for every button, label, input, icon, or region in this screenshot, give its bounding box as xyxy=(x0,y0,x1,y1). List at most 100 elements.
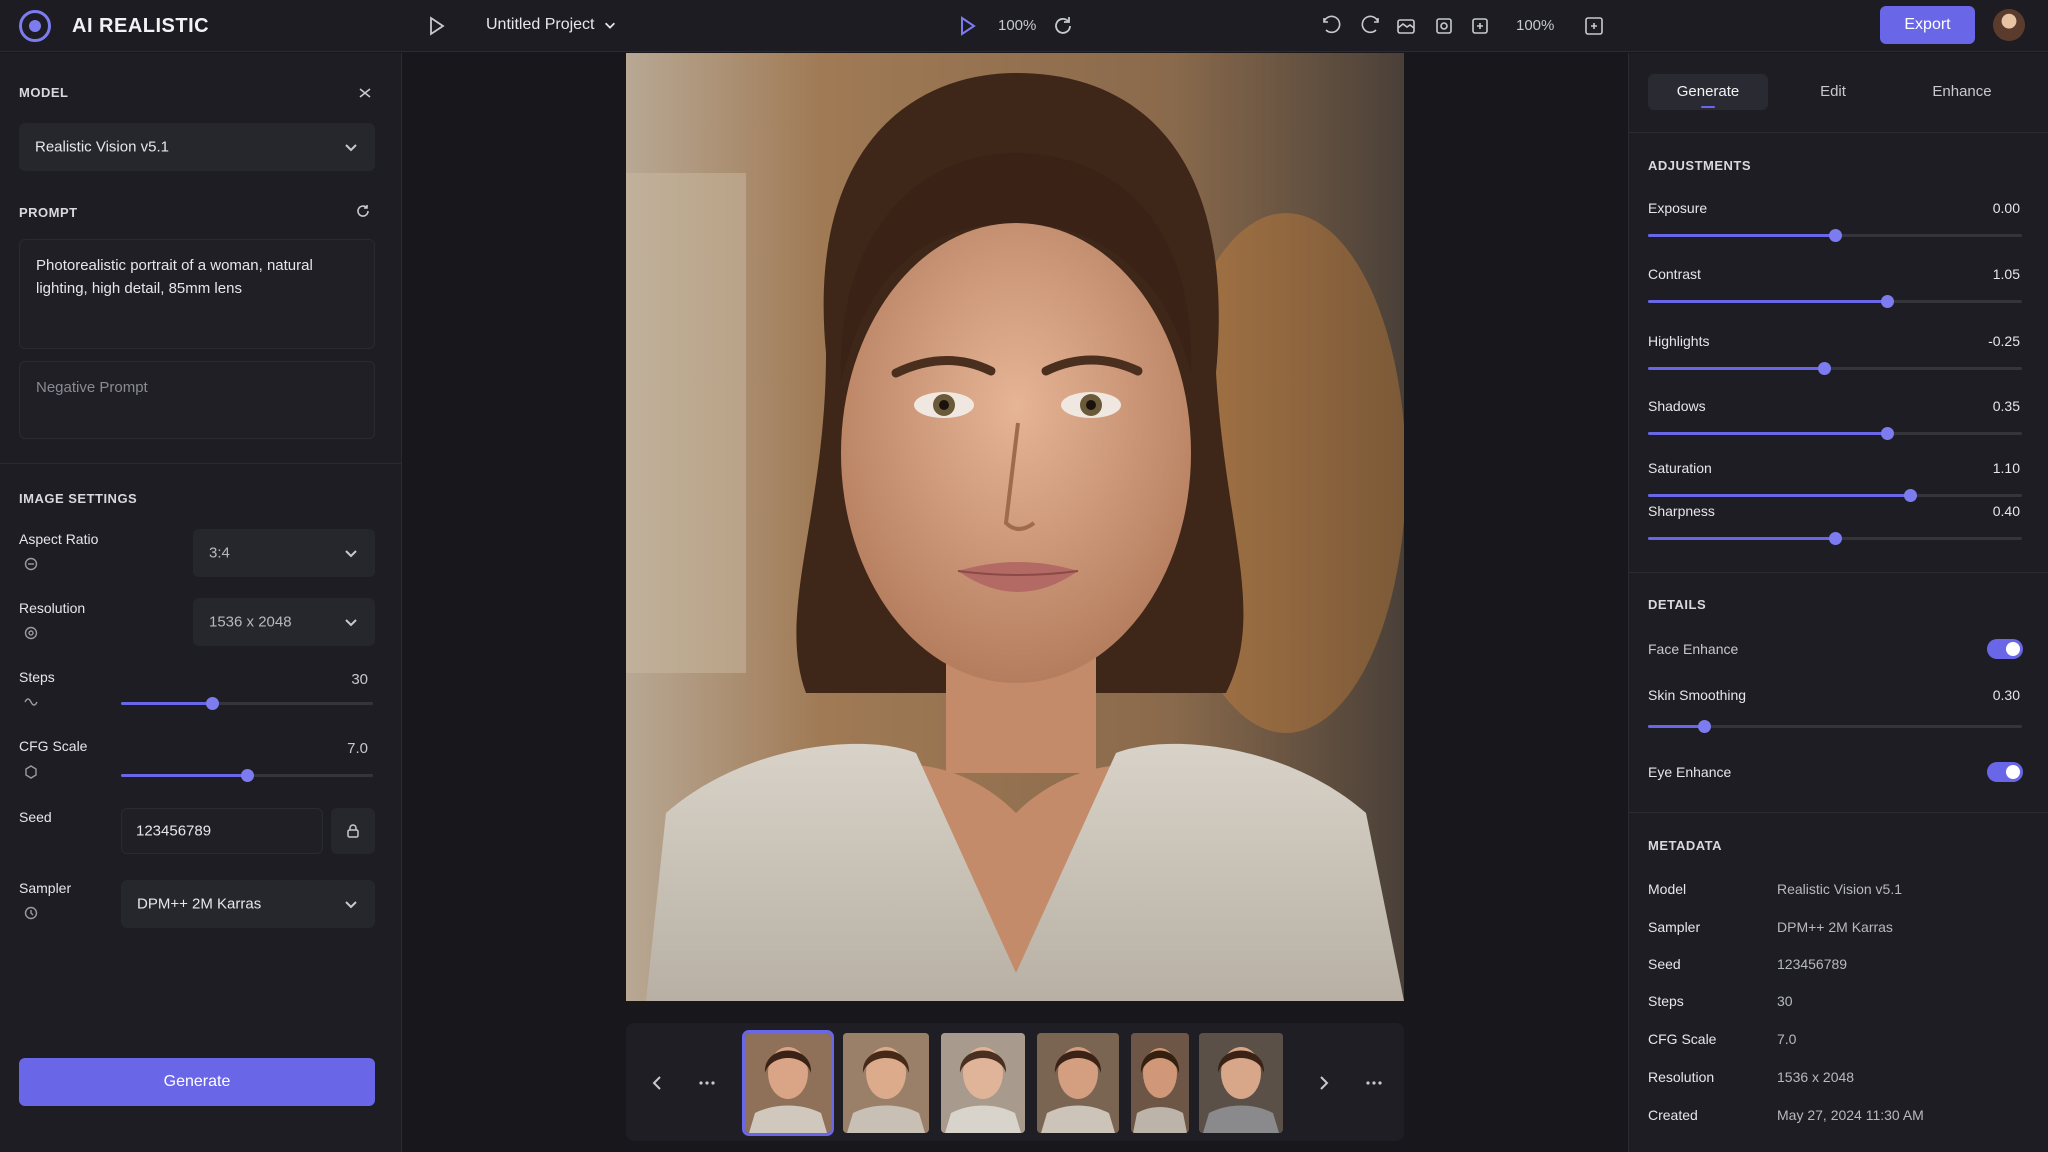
metadata-value: DPM++ 2M Karras xyxy=(1777,919,1893,935)
face-enhance-toggle[interactable] xyxy=(1987,639,2023,659)
adjustment-slider[interactable] xyxy=(1648,361,2022,375)
export-button[interactable]: Export xyxy=(1880,6,1975,44)
slider-fill xyxy=(1648,432,1888,435)
slider-thumb[interactable] xyxy=(205,697,219,710)
app-brand: AI REALISTIC xyxy=(72,15,210,37)
model-select[interactable]: Realistic Vision v5.1 xyxy=(19,123,375,171)
redo-icon[interactable] xyxy=(1358,14,1382,38)
details-title: DETAILS xyxy=(1648,597,1707,612)
sampler-select[interactable]: DPM++ 2M Karras xyxy=(121,880,375,928)
tab-enhance[interactable]: Enhance xyxy=(1898,74,2026,110)
chevron-left-icon[interactable] xyxy=(645,1071,669,1095)
run-icon[interactable] xyxy=(955,14,979,38)
seed-input[interactable]: 123456789 xyxy=(121,808,323,854)
right-zoom[interactable]: 100% xyxy=(1516,17,1554,34)
avatar[interactable] xyxy=(1993,9,2025,41)
image-settings-title: IMAGE SETTINGS xyxy=(19,491,138,506)
seed-label: Seed xyxy=(19,809,52,825)
project-name: Untitled Project xyxy=(486,16,595,33)
tab-edit[interactable]: Edit xyxy=(1773,74,1893,110)
slider-thumb[interactable] xyxy=(1698,720,1712,733)
slider-fill xyxy=(1648,234,1835,237)
more-icon[interactable] xyxy=(1362,1071,1386,1095)
slider-thumb[interactable] xyxy=(241,769,254,782)
slider-thumb[interactable] xyxy=(1829,532,1842,545)
main-image[interactable] xyxy=(626,53,1404,1001)
settings-icon[interactable] xyxy=(1468,14,1492,38)
adjustment-slider[interactable] xyxy=(1648,426,2022,440)
adjustment-value: 1.10 xyxy=(1992,460,2020,476)
adjustment-slider[interactable] xyxy=(1648,531,2022,545)
tab-generate[interactable]: Generate xyxy=(1648,74,1768,110)
thumbnail-6[interactable] xyxy=(1199,1033,1283,1133)
negative-prompt-input[interactable]: Negative Prompt xyxy=(19,361,375,439)
negative-prompt-placeholder: Negative Prompt xyxy=(36,379,148,396)
steps-slider[interactable] xyxy=(121,696,373,710)
slider-thumb[interactable] xyxy=(1829,229,1842,242)
metadata-key: Created xyxy=(1648,1107,1698,1123)
lock-seed-button[interactable] xyxy=(331,808,375,854)
slider-thumb[interactable] xyxy=(1903,489,1917,502)
compare-icon[interactable] xyxy=(1394,14,1418,38)
resolution-select[interactable]: 1536 x 2048 xyxy=(193,598,375,646)
slider-thumb[interactable] xyxy=(1881,295,1895,308)
adjustments-title: ADJUSTMENTS xyxy=(1648,158,1752,173)
seed-input-value: 123456789 xyxy=(136,822,212,840)
thumbnail-5[interactable] xyxy=(1131,1033,1189,1133)
slider-fill xyxy=(1648,494,1910,497)
undo-icon[interactable] xyxy=(1320,14,1344,38)
adjustment-label: Contrast xyxy=(1648,266,1701,282)
model-select-value: Realistic Vision v5.1 xyxy=(35,138,169,156)
collapse-icon[interactable] xyxy=(357,85,373,101)
thumbnail-2[interactable] xyxy=(843,1033,929,1133)
resolution-value: 1536 x 2048 xyxy=(209,613,292,631)
play-icon[interactable] xyxy=(424,14,448,38)
divider xyxy=(1628,572,2048,573)
slider-fill xyxy=(1648,300,1888,303)
chevron-right-icon[interactable] xyxy=(1312,1071,1336,1095)
fit-screen-icon[interactable] xyxy=(1582,14,1606,38)
adjustment-label: Shadows xyxy=(1648,398,1706,414)
chevron-down-icon xyxy=(604,22,615,29)
cfg-slider[interactable] xyxy=(121,768,373,782)
adjustment-slider[interactable] xyxy=(1648,488,2022,502)
slider-thumb[interactable] xyxy=(1881,427,1895,440)
metadata-key: Resolution xyxy=(1648,1069,1715,1085)
eye-enhance-toggle[interactable] xyxy=(1987,762,2023,782)
metadata-title: METADATA xyxy=(1648,838,1723,853)
thumbnail-3[interactable] xyxy=(941,1033,1025,1133)
prompt-input[interactable]: Photorealistic portrait of a woman, natu… xyxy=(19,239,375,349)
aspect-ratio-label: Aspect Ratio xyxy=(19,531,99,547)
chevron-down-icon xyxy=(345,901,357,909)
steps-value: 30 xyxy=(351,671,368,688)
cfg-label: CFG Scale xyxy=(19,738,88,754)
chevron-down-icon xyxy=(345,619,357,627)
project-selector[interactable]: Untitled Project xyxy=(486,16,617,34)
center-zoom[interactable]: 100% xyxy=(998,17,1036,34)
thumbnail-1[interactable] xyxy=(742,1030,834,1136)
refresh-icon[interactable] xyxy=(1051,14,1071,38)
reset-prompt-icon[interactable] xyxy=(355,203,371,219)
chevron-down-icon xyxy=(345,550,357,558)
more-icon[interactable] xyxy=(695,1071,719,1095)
skin-smoothing-slider[interactable] xyxy=(1648,719,2022,733)
slider-thumb[interactable] xyxy=(1817,362,1831,375)
slider-fill xyxy=(121,774,247,777)
generate-button[interactable]: Generate xyxy=(19,1058,375,1106)
metadata-value: 123456789 xyxy=(1777,956,1848,972)
adjustment-slider[interactable] xyxy=(1648,294,2022,308)
divider xyxy=(1628,812,2048,813)
thumbnail-4[interactable] xyxy=(1037,1033,1119,1133)
metadata-key: Sampler xyxy=(1648,919,1701,935)
slider-fill xyxy=(121,702,212,705)
skin-smoothing-value: 0.30 xyxy=(1992,687,2020,703)
adjustment-value: 0.00 xyxy=(1992,200,2020,216)
metadata-value: 1536 x 2048 xyxy=(1777,1069,1855,1085)
adjustment-slider[interactable] xyxy=(1648,228,2022,242)
lock-icon xyxy=(347,824,359,838)
metadata-key: Steps xyxy=(1648,993,1684,1009)
crop-icon[interactable] xyxy=(1432,14,1456,38)
aspect-ratio-select[interactable]: 3:4 xyxy=(193,529,375,577)
sampler-icon xyxy=(23,905,39,921)
adjustment-value: 0.35 xyxy=(1992,398,2020,414)
